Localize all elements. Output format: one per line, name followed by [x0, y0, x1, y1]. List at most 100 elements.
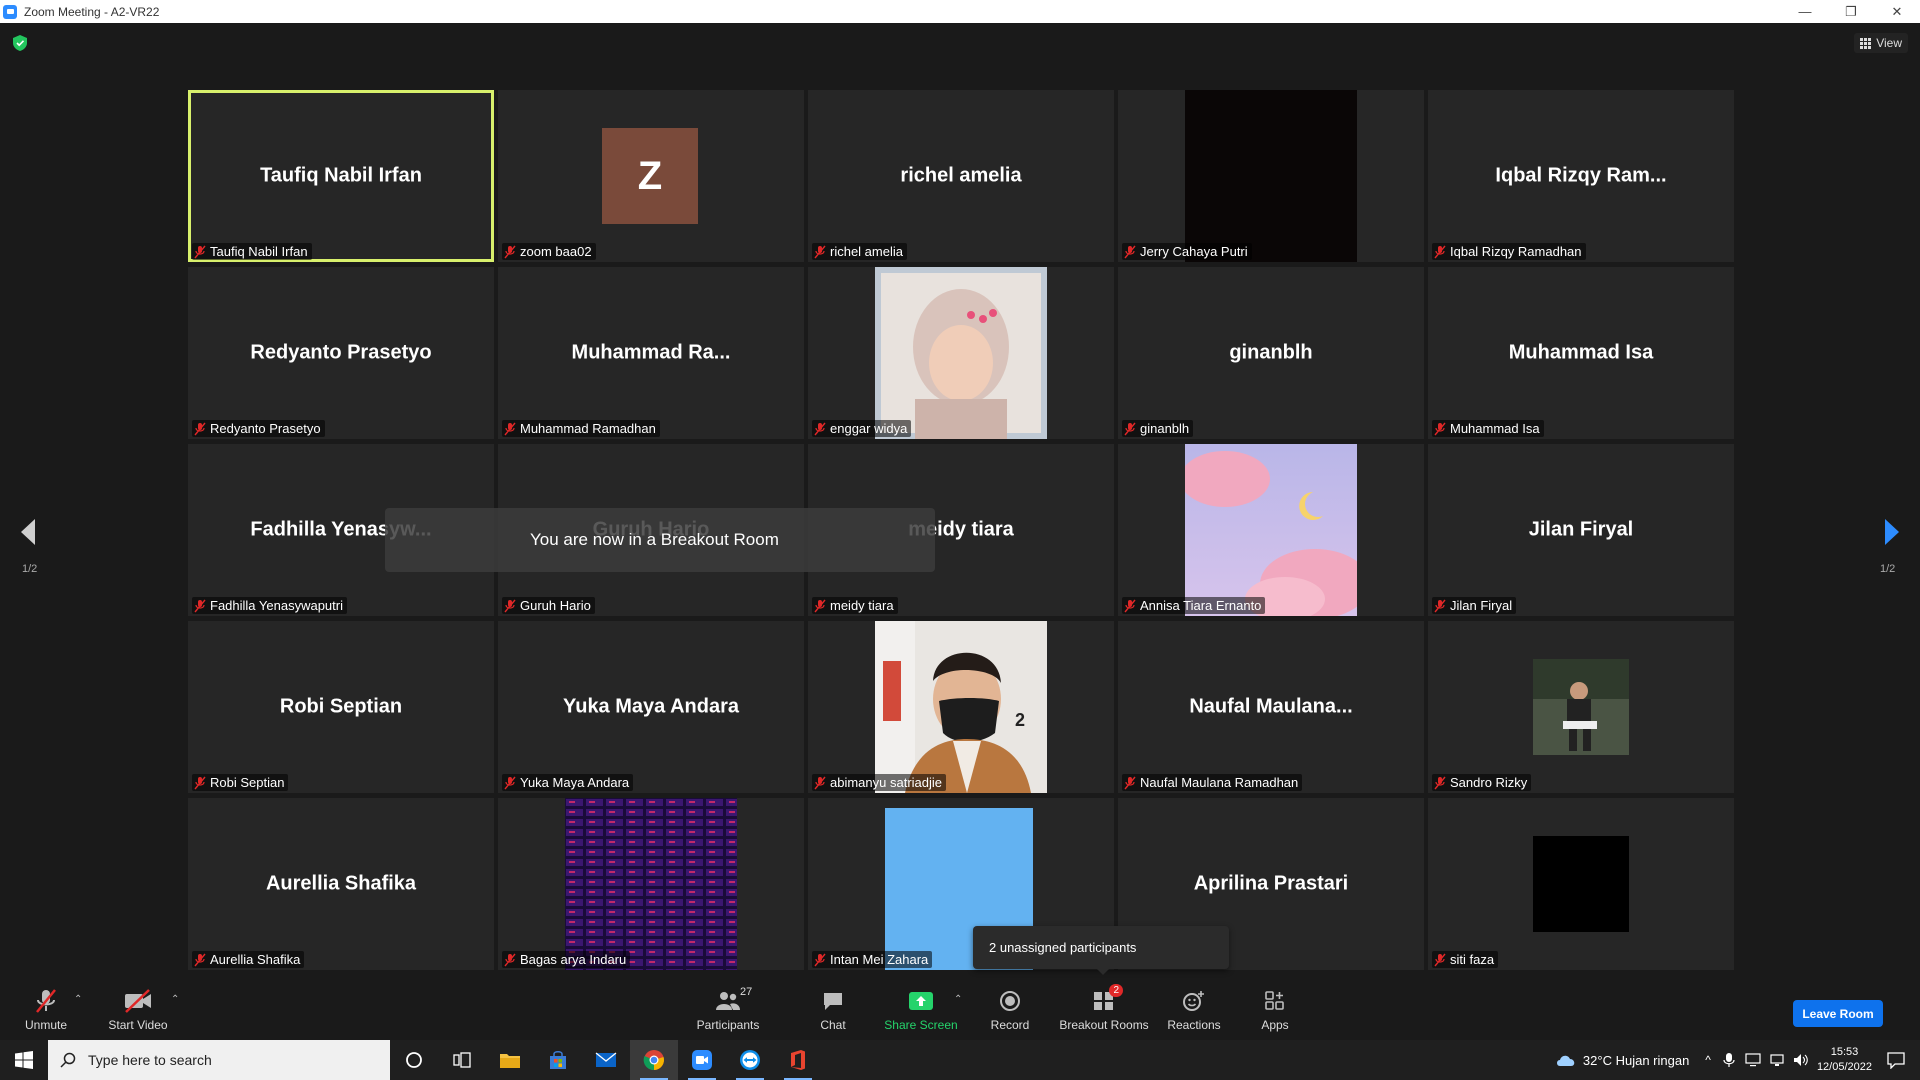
- participant-display-name: Yuka Maya Andara: [562, 695, 739, 718]
- zoom-taskbar-icon[interactable]: [678, 1040, 726, 1080]
- participant-display-name: Aurellia Shafika: [265, 872, 417, 895]
- participant-name-tag: Taufiq Nabil Irfan: [192, 243, 312, 260]
- record-button[interactable]: Record: [985, 980, 1035, 1040]
- muted-mic-icon: [504, 599, 516, 613]
- apps-button[interactable]: Apps: [1255, 980, 1295, 1040]
- network-icon[interactable]: [1769, 1052, 1785, 1068]
- participant-tile[interactable]: enggar widya: [808, 267, 1114, 439]
- muted-mic-icon: [814, 245, 826, 259]
- participant-display-name: ginanblh: [1229, 341, 1313, 364]
- participant-tile[interactable]: Muhammad Ra... Muhammad Ramadhan: [498, 267, 804, 439]
- muted-mic-icon: [1434, 776, 1446, 790]
- reactions-smiley-icon: [1182, 988, 1206, 1014]
- microsoft-store-icon[interactable]: [534, 1040, 582, 1080]
- participant-tile[interactable]: Robi Septian Robi Septian: [188, 621, 494, 793]
- record-label: Record: [990, 1018, 1030, 1032]
- participant-name-tag: meidy tiara: [812, 597, 898, 614]
- chrome-icon[interactable]: [630, 1040, 678, 1080]
- task-view-icon[interactable]: [438, 1040, 486, 1080]
- reactions-button[interactable]: Reactions: [1165, 980, 1223, 1040]
- cortana-icon[interactable]: [390, 1040, 438, 1080]
- participant-tile[interactable]: Iqbal Rizqy Ram... Iqbal Rizqy Ramadhan: [1428, 90, 1734, 262]
- participant-name: siti faza: [1450, 952, 1495, 967]
- taskbar-clock[interactable]: 15:53 12/05/2022: [1817, 1045, 1872, 1075]
- muted-mic-icon: [194, 422, 206, 436]
- unmute-button[interactable]: Unmute: [18, 980, 74, 1040]
- participant-display-name: Muhammad Isa: [1508, 341, 1654, 364]
- muted-mic-icon: [814, 599, 826, 613]
- participant-name-tag: richel amelia: [812, 243, 907, 260]
- security-shield-icon[interactable]: [13, 35, 27, 51]
- share-screen-button[interactable]: Share Screen: [880, 980, 962, 1040]
- close-button[interactable]: ✕: [1874, 0, 1920, 23]
- restore-button[interactable]: ❐: [1828, 0, 1874, 23]
- participant-tile[interactable]: ginanblh ginanblh: [1118, 267, 1424, 439]
- participant-name-tag: Muhammad Isa: [1432, 420, 1544, 437]
- weather-cloud-icon[interactable]: [1555, 1052, 1577, 1068]
- display-tray-icon[interactable]: [1745, 1052, 1761, 1068]
- show-hidden-icons-chevron-icon[interactable]: ^: [1705, 1053, 1711, 1067]
- office-icon[interactable]: [774, 1040, 822, 1080]
- apps-label: Apps: [1261, 1018, 1289, 1032]
- minimize-button[interactable]: —: [1782, 0, 1828, 23]
- participant-name: zoom baa02: [520, 244, 592, 259]
- notifications-icon[interactable]: [1886, 1051, 1906, 1069]
- share-options-caret-icon[interactable]: ⌃: [954, 994, 962, 1005]
- participants-button[interactable]: 27 Participants: [690, 980, 766, 1040]
- apps-icon: [1264, 988, 1286, 1014]
- mail-icon[interactable]: [582, 1040, 630, 1080]
- participant-tile[interactable]: richel amelia richel amelia: [808, 90, 1114, 262]
- muted-mic-icon: [1434, 245, 1446, 259]
- participant-name-tag: Annisa Tiara Ernanto: [1122, 597, 1266, 614]
- participant-tile[interactable]: Muhammad Isa Muhammad Isa: [1428, 267, 1734, 439]
- search-icon: [60, 1052, 76, 1068]
- participant-tile[interactable]: Bagas arya Indaru: [498, 798, 804, 970]
- participant-name: Guruh Hario: [520, 598, 591, 613]
- breakout-rooms-button[interactable]: 2 Breakout Rooms: [1056, 980, 1152, 1040]
- participants-icon: 27: [715, 986, 752, 1014]
- microphone-tray-icon[interactable]: [1723, 1052, 1735, 1068]
- participant-tile[interactable]: Zzoom baa02: [498, 90, 804, 262]
- volume-icon[interactable]: [1793, 1052, 1809, 1068]
- previous-page-icon[interactable]: [18, 517, 38, 547]
- participant-tile[interactable]: Naufal Maulana... Naufal Maulana Ramadhan: [1118, 621, 1424, 793]
- participant-name-tag: Yuka Maya Andara: [502, 774, 634, 791]
- participant-tile[interactable]: Annisa Tiara Ernanto: [1118, 444, 1424, 616]
- participant-name-tag: Sandro Rizky: [1432, 774, 1532, 791]
- teamviewer-icon[interactable]: [726, 1040, 774, 1080]
- weather-text[interactable]: 32°C Hujan ringan: [1583, 1053, 1689, 1068]
- leave-room-button[interactable]: Leave Room: [1793, 1000, 1883, 1027]
- participant-display-name: Aprilina Prastari: [1193, 872, 1349, 895]
- participant-tile[interactable]: 2 abimanyu satriadjie: [808, 621, 1114, 793]
- taskbar-search-box[interactable]: Type here to search: [48, 1040, 390, 1080]
- participant-tile[interactable]: Sandro Rizky: [1428, 621, 1734, 793]
- record-icon: [999, 988, 1021, 1014]
- video-options-caret-icon[interactable]: ⌃: [171, 994, 179, 1005]
- unassigned-participants-tooltip: 2 unassigned participants: [973, 926, 1229, 975]
- start-video-button[interactable]: Start Video: [104, 980, 172, 1040]
- view-button[interactable]: View: [1854, 33, 1908, 53]
- system-tray: 32°C Hujan ringan ^ 15:53 12/05/2022: [1555, 1040, 1920, 1080]
- window-controls: — ❐ ✕: [1782, 0, 1920, 23]
- muted-mic-icon: [194, 599, 206, 613]
- windows-start-icon[interactable]: [0, 1040, 48, 1080]
- participant-name-tag: Intan Mei Zahara: [812, 951, 933, 968]
- chat-button[interactable]: Chat: [808, 980, 858, 1040]
- participant-name-tag: Bagas arya Indaru: [502, 951, 631, 968]
- participant-tile[interactable]: Jerry Cahaya Putri: [1118, 90, 1424, 262]
- participant-name-tag: Naufal Maulana Ramadhan: [1122, 774, 1303, 791]
- participant-tile[interactable]: Yuka Maya Andara Yuka Maya Andara: [498, 621, 804, 793]
- participant-tile[interactable]: Redyanto Prasetyo Redyanto Prasetyo: [188, 267, 494, 439]
- participant-tile[interactable]: Aurellia Shafika Aurellia Shafika: [188, 798, 494, 970]
- participant-name-tag: Redyanto Prasetyo: [192, 420, 325, 437]
- muted-mic-icon: [1434, 953, 1446, 967]
- audio-options-caret-icon[interactable]: ⌃: [74, 994, 82, 1005]
- participant-tile[interactable]: siti faza: [1428, 798, 1734, 970]
- participant-tile[interactable]: Taufiq Nabil Irfan Taufiq Nabil Irfan: [188, 90, 494, 262]
- participant-tile[interactable]: Jilan Firyal Jilan Firyal: [1428, 444, 1734, 616]
- file-explorer-icon[interactable]: [486, 1040, 534, 1080]
- reactions-label: Reactions: [1167, 1018, 1221, 1032]
- participant-name: Jilan Firyal: [1450, 598, 1513, 613]
- next-page-icon[interactable]: [1882, 517, 1902, 547]
- participant-name-tag: Aurellia Shafika: [192, 951, 305, 968]
